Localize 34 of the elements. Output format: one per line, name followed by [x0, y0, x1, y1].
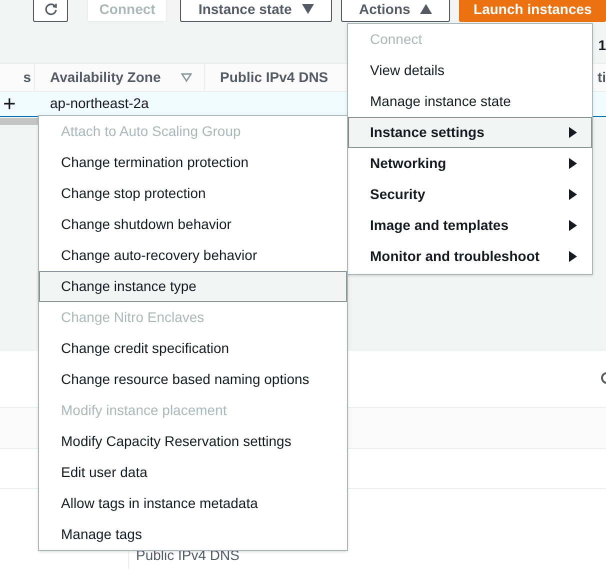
column-header[interactable]: ti [597, 67, 606, 88]
menu-item[interactable]: Change instance type [39, 271, 347, 302]
refresh-button[interactable] [33, 0, 68, 22]
column-header[interactable]: Public IPv4 DNS [220, 67, 328, 88]
refresh-icon [44, 2, 58, 16]
submenu-arrow-icon [569, 189, 577, 200]
menu-item[interactable]: Change resource based naming options [39, 364, 347, 395]
menu-item[interactable]: Monitor and troubleshoot [348, 241, 592, 272]
dropdown-button[interactable]: Instance state [180, 0, 332, 22]
menu-item[interactable]: Networking [348, 148, 592, 179]
expand-toggle[interactable]: + [3, 93, 16, 115]
selection-count: 1 [598, 36, 606, 55]
menu-item[interactable]: Change shutdown behavior [39, 209, 347, 240]
menu-item[interactable]: Allow tags in instance metadata [39, 488, 347, 519]
menu-item[interactable]: Security [348, 179, 592, 210]
menu-item[interactable]: View details [348, 55, 592, 86]
column-header[interactable]: Availability Zone [50, 67, 161, 88]
sort-icon[interactable] [181, 73, 192, 82]
table-cell-text: ap-northeast-2a [50, 94, 149, 113]
column-header[interactable]: s [23, 67, 31, 88]
menu-item[interactable]: Image and templates [348, 210, 592, 241]
menu-item[interactable]: Change termination protection [39, 147, 347, 178]
menu-item[interactable]: Change auto-recovery behavior [39, 240, 347, 271]
submenu-arrow-icon [569, 251, 577, 262]
menu-item[interactable]: Manage tags [39, 519, 347, 550]
menu-item[interactable]: Edit user data [39, 457, 347, 488]
submenu-arrow-icon [569, 220, 577, 231]
menu-item[interactable]: Modify Capacity Reservation settings [39, 426, 347, 457]
menu-item[interactable]: Change credit specification [39, 333, 347, 364]
menu-item[interactable]: Change stop protection [39, 178, 347, 209]
menu-item[interactable]: Instance settings [348, 117, 592, 148]
dropdown-button[interactable]: Actions [340, 0, 450, 22]
submenu-arrow-icon [569, 127, 577, 138]
submenu-arrow-icon [569, 158, 577, 169]
